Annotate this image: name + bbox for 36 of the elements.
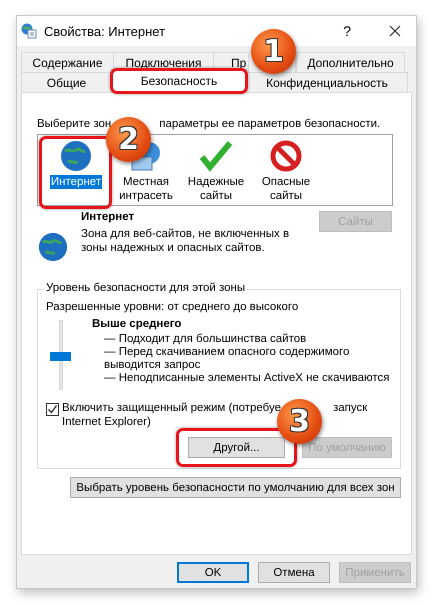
window-title: Свойства: Интернет (44, 24, 166, 38)
zone-item[interactable]: Опасные сайты (252, 175, 320, 203)
zone-item[interactable]: Интернет (50, 175, 102, 189)
reset-all-button[interactable]: Выбрать уровень безопасности по умолчанию для всех зон (70, 477, 401, 498)
globe-icon (59, 139, 93, 173)
level-point: — Неподписанные элементы ActiveX не скачиваются (103, 372, 391, 385)
zone-item[interactable]: Надежные сайты (182, 175, 250, 203)
internet-options-icon (21, 23, 37, 39)
level-point: — Перед скачиванием опасного содержимого выводится запрос (103, 346, 350, 372)
globe-icon (37, 231, 69, 263)
allowed-levels: Разрешенные уровни: от среднего до высокого (46, 301, 300, 313)
tab[interactable]: Общие (21, 72, 112, 92)
level-point: — Подходит для большинства сайтов (103, 333, 308, 346)
checkbox[interactable] (46, 403, 59, 416)
tab[interactable]: Безопасность (111, 69, 247, 92)
zone-title: Интернет (81, 211, 136, 223)
dialog-button[interactable]: OK (177, 562, 249, 583)
level-name: Выше среднего (92, 318, 182, 331)
zone-item[interactable]: Местная интрасеть (112, 175, 180, 203)
checkmark-icon (199, 139, 233, 173)
help-button[interactable]: ? (343, 23, 351, 39)
checkbox-label: Internet Explorer) (62, 415, 151, 429)
zone-prompt: параметры ее параметров безопасности. (159, 118, 380, 130)
tab[interactable]: Конфиденциальность (246, 72, 408, 92)
checkbox-label: запуск (333, 401, 368, 415)
group-title: Уровень безопасности для этой зоны (44, 282, 248, 294)
dialog-button[interactable]: Отмена (258, 562, 330, 583)
checkbox-label: Включить защищенный режим (потребуе (62, 401, 282, 415)
zone-prompt: Выберите зон (37, 118, 112, 130)
tab[interactable]: Содержание (21, 52, 114, 72)
close-icon[interactable] (389, 25, 401, 37)
slider-thumb[interactable] (50, 352, 71, 361)
level-button[interactable]: Другой... (188, 437, 285, 458)
zone-description: Зона для веб-сайтов, не включенных в зоны надежных и опасных сайтов. (81, 227, 290, 255)
no-entry-icon (269, 139, 303, 173)
tab[interactable]: Дополнительно (296, 52, 405, 72)
